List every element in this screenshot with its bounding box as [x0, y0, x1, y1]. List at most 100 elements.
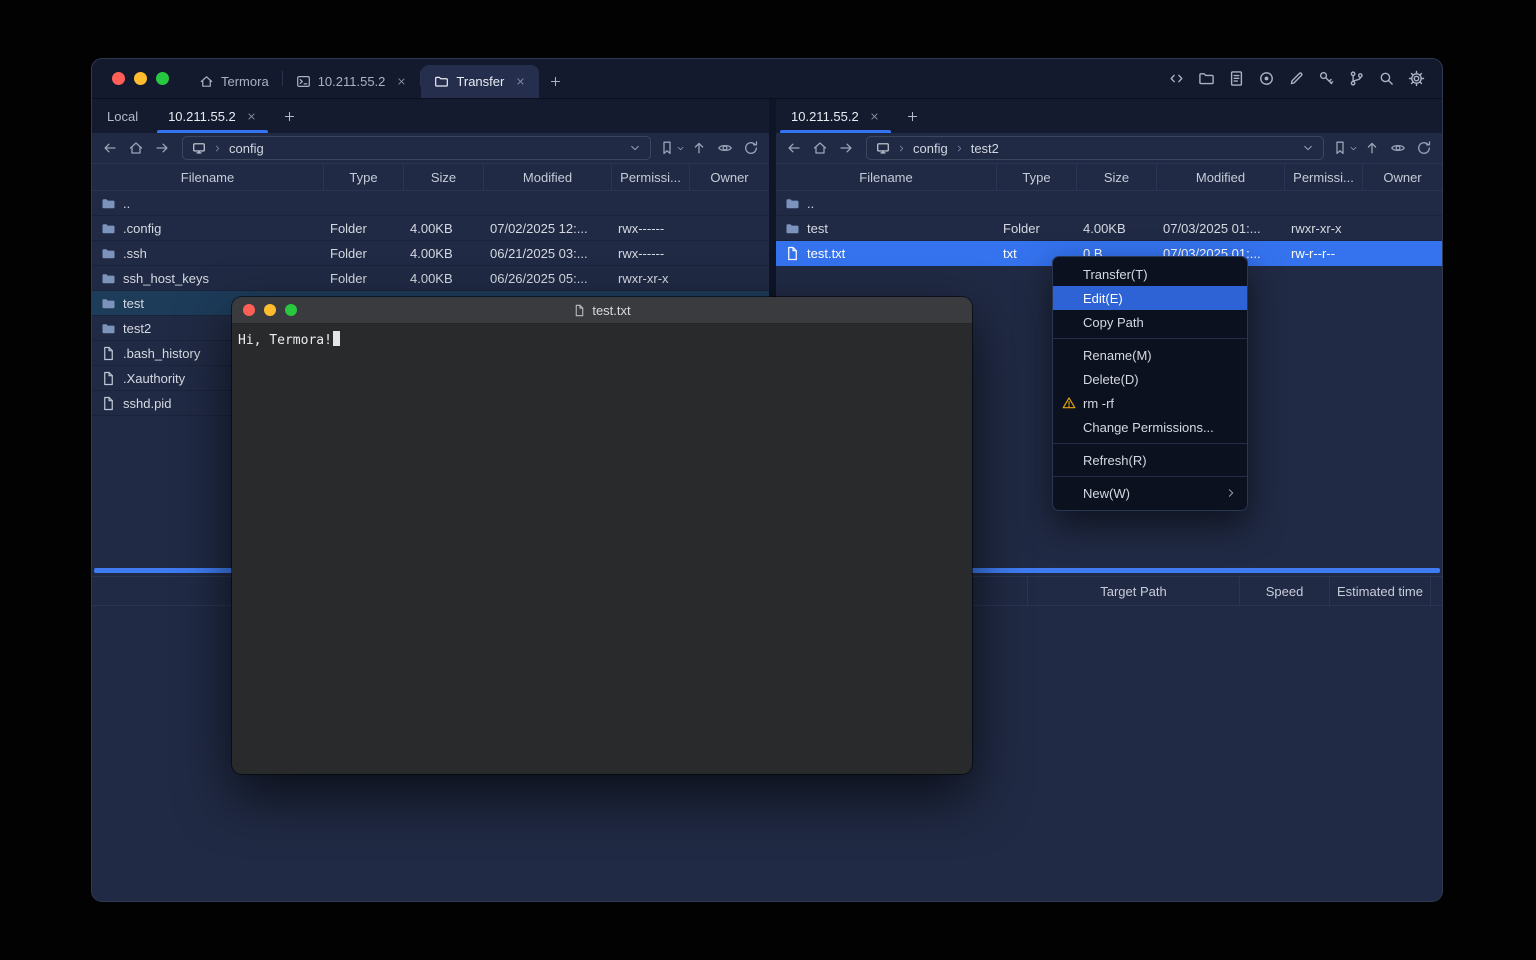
- close-tab-icon[interactable]: [515, 76, 526, 87]
- close-tab-icon[interactable]: [396, 76, 407, 87]
- menu-item-delete[interactable]: Delete(D): [1053, 367, 1247, 391]
- file-name: test2: [123, 321, 151, 336]
- branch-button[interactable]: [1347, 69, 1366, 88]
- editor-content: Hi, Termora!: [238, 333, 332, 348]
- pencil-icon: [1288, 70, 1305, 87]
- settings-button[interactable]: [1407, 69, 1426, 88]
- column-header-filename[interactable]: Filename: [776, 164, 996, 190]
- file-row[interactable]: ssh_host_keys Folder 4.00KB 06/26/2025 0…: [92, 266, 769, 291]
- menu-item-change-permissions[interactable]: Change Permissions...: [1053, 415, 1247, 439]
- file-row[interactable]: test Folder 4.00KB 07/03/2025 01:... rwx…: [776, 216, 1442, 241]
- chevron-down-icon: [1349, 144, 1358, 153]
- back-button[interactable]: [98, 136, 122, 160]
- column-header-size[interactable]: Size: [1076, 164, 1156, 190]
- file-row[interactable]: ..: [92, 191, 769, 216]
- menu-item-copy-path[interactable]: Copy Path: [1053, 310, 1247, 334]
- home-button[interactable]: [124, 136, 148, 160]
- menu-item-label: rm -rf: [1083, 396, 1114, 411]
- file-row[interactable]: .config Folder 4.00KB 07/02/2025 12:... …: [92, 216, 769, 241]
- file-row[interactable]: .ssh Folder 4.00KB 06/21/2025 03:... rwx…: [92, 241, 769, 266]
- up-directory-button[interactable]: [687, 136, 711, 160]
- path-segment[interactable]: test2: [971, 141, 999, 156]
- path-bar[interactable]: config: [182, 136, 651, 160]
- new-panel-tab-button[interactable]: [895, 99, 930, 133]
- forward-button[interactable]: [834, 136, 858, 160]
- file-row[interactable]: ..: [776, 191, 1442, 216]
- close-window-button[interactable]: [112, 72, 125, 85]
- tab-host-terminal[interactable]: 10.211.55.2: [283, 65, 421, 98]
- menu-item-transfer[interactable]: Transfer(T): [1053, 262, 1247, 286]
- plus-icon: [549, 75, 562, 88]
- chevron-down-icon[interactable]: [629, 142, 641, 154]
- keys-button[interactable]: [1317, 69, 1336, 88]
- new-tab-button[interactable]: [539, 65, 572, 98]
- zoom-window-button[interactable]: [156, 72, 169, 85]
- show-hidden-button[interactable]: [713, 136, 737, 160]
- plus-icon: [283, 110, 296, 123]
- tab-local[interactable]: Local: [92, 99, 153, 133]
- tab-label: 10.211.55.2: [318, 74, 386, 89]
- column-header-modified[interactable]: Modified: [483, 164, 611, 190]
- close-tab-icon[interactable]: [869, 111, 880, 122]
- path-segment[interactable]: config: [229, 141, 264, 156]
- bookmark-button[interactable]: [1332, 136, 1358, 160]
- path-bar[interactable]: config test2: [866, 136, 1324, 160]
- minimize-window-button[interactable]: [134, 72, 147, 85]
- column-header-permissions[interactable]: Permissi...: [1284, 164, 1362, 190]
- file-name: test: [807, 221, 828, 236]
- column-header-target-path[interactable]: Target Path: [1027, 577, 1239, 605]
- menu-item-edit[interactable]: Edit(E): [1053, 286, 1247, 310]
- folder-button[interactable]: [1197, 69, 1216, 88]
- edit-button[interactable]: [1287, 69, 1306, 88]
- tab-remote-host[interactable]: 10.211.55.2: [153, 99, 272, 133]
- zoom-window-button[interactable]: [285, 304, 297, 316]
- up-directory-button[interactable]: [1360, 136, 1384, 160]
- show-hidden-button[interactable]: [1386, 136, 1410, 160]
- close-tab-icon[interactable]: [246, 111, 257, 122]
- column-header-owner[interactable]: Owner: [1362, 164, 1442, 190]
- menu-item-rename[interactable]: Rename(M): [1053, 343, 1247, 367]
- column-header-filename[interactable]: Filename: [92, 164, 323, 190]
- refresh-button[interactable]: [1412, 136, 1436, 160]
- search-button[interactable]: [1377, 69, 1396, 88]
- column-header-speed[interactable]: Speed: [1239, 577, 1329, 605]
- close-window-button[interactable]: [243, 304, 255, 316]
- menu-item-new[interactable]: New(W): [1053, 481, 1247, 505]
- bookmark-button[interactable]: [659, 136, 685, 160]
- home-icon: [199, 74, 214, 89]
- tab-remote-host[interactable]: 10.211.55.2: [776, 99, 895, 133]
- column-header-size[interactable]: Size: [403, 164, 483, 190]
- menu-item-rm-rf[interactable]: rm -rf: [1053, 391, 1247, 415]
- column-header-permissions[interactable]: Permissi...: [611, 164, 689, 190]
- column-header-owner[interactable]: Owner: [689, 164, 769, 190]
- record-button[interactable]: [1257, 69, 1276, 88]
- refresh-icon: [1416, 140, 1432, 156]
- editor-titlebar[interactable]: test.txt: [232, 297, 972, 324]
- tab-transfer[interactable]: Transfer: [421, 65, 539, 98]
- column-header-type[interactable]: Type: [323, 164, 403, 190]
- arrow-up-icon: [1364, 140, 1380, 156]
- minimize-window-button[interactable]: [264, 304, 276, 316]
- log-button[interactable]: [1227, 69, 1246, 88]
- column-header-type[interactable]: Type: [996, 164, 1076, 190]
- refresh-button[interactable]: [739, 136, 763, 160]
- path-segment[interactable]: config: [913, 141, 948, 156]
- right-panel-tabs: 10.211.55.2: [776, 99, 1442, 133]
- code-icon: [1168, 70, 1185, 87]
- column-header-estimated-time[interactable]: Estimated time: [1329, 577, 1430, 605]
- chevron-right-icon: [1225, 487, 1237, 499]
- home-button[interactable]: [808, 136, 832, 160]
- code-button[interactable]: [1167, 69, 1186, 88]
- forward-button[interactable]: [150, 136, 174, 160]
- right-table-header: Filename Type Size Modified Permissi... …: [776, 163, 1442, 191]
- chevron-down-icon[interactable]: [1302, 142, 1314, 154]
- new-panel-tab-button[interactable]: [272, 99, 307, 133]
- column-header-modified[interactable]: Modified: [1156, 164, 1284, 190]
- menu-item-refresh[interactable]: Refresh(R): [1053, 448, 1247, 472]
- editor-text-area[interactable]: Hi, Termora!: [232, 324, 972, 774]
- eye-icon: [717, 140, 733, 156]
- window-titlebar: Termora 10.211.55.2 Transfer: [92, 59, 1442, 99]
- back-button[interactable]: [782, 136, 806, 160]
- eye-icon: [1390, 140, 1406, 156]
- tab-termora-home[interactable]: Termora: [186, 65, 282, 98]
